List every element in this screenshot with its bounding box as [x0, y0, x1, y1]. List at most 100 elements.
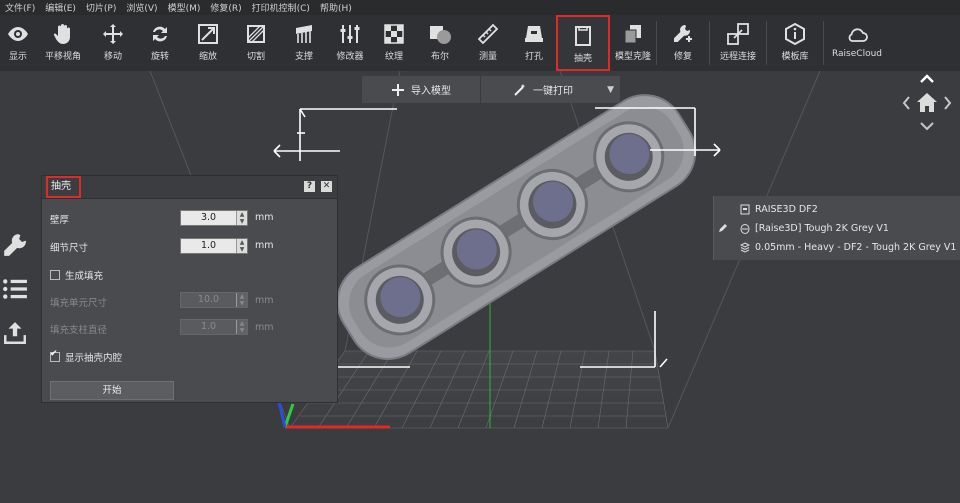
boolean-label: 布尔 — [430, 52, 449, 62]
clone-label: 模型克隆 — [614, 52, 651, 62]
left-tool-repair[interactable] — [0, 230, 30, 260]
fill-strut-diameter-unit: mm — [255, 322, 274, 333]
remote-icon — [727, 23, 749, 45]
menu-bar: 文件(F) 编辑(E) 切片(P) 浏览(V) 模型(M) 修复(R) 打印机控… — [0, 0, 960, 15]
start-button[interactable]: 开始 — [50, 381, 174, 400]
slice-profile-row: 0.05mm - Heavy - DF2 - Tough 2K Grey V1 — [740, 242, 956, 253]
stepper-up-icon[interactable]: ▲ — [237, 239, 247, 246]
checker-icon — [384, 24, 404, 44]
left-tool-export[interactable] — [0, 318, 30, 348]
stepper-down-icon[interactable]: ▼ — [237, 300, 247, 307]
stepper-up-icon[interactable]: ▲ — [237, 320, 247, 327]
pan-button[interactable]: 平移视角 — [36, 15, 90, 71]
left-tool-list[interactable] — [0, 274, 30, 304]
show-shell-cavity-label: 显示抽壳内腔 — [65, 353, 123, 364]
close-button[interactable]: ✕ — [321, 181, 332, 192]
menu-view[interactable]: 浏览(V) — [123, 1, 160, 14]
show-shell-cavity-checkbox[interactable] — [50, 349, 60, 362]
modifier-button[interactable]: 修改器 — [328, 15, 372, 71]
fill-strut-diameter-value: 1.0 — [200, 321, 217, 332]
texture-button[interactable]: 纹理 — [372, 15, 416, 71]
list-icon — [3, 279, 27, 299]
import-model-button[interactable]: 导入模型 — [362, 76, 480, 103]
one-click-print-button[interactable]: 一键打印 — [480, 76, 605, 103]
generate-fill-checkbox[interactable] — [50, 270, 60, 280]
edit-pencil-icon[interactable] — [718, 223, 728, 233]
cut-button[interactable]: 切割 — [232, 15, 280, 71]
dropdown-caret-icon[interactable]: ▼ — [607, 85, 614, 95]
chevron-left-icon[interactable] — [902, 96, 910, 110]
printer-model-text: RAISE3D DF2 — [755, 204, 818, 215]
fill-cell-size-input[interactable]: 10.0 ▲ ▼ — [180, 292, 248, 308]
upload-icon — [4, 322, 26, 344]
hand-icon — [53, 24, 70, 44]
build-plate-grid — [289, 350, 669, 429]
printer-profile-card[interactable]: RAISE3D DF2 [Raise3D] Tough 2K Grey V1 0… — [713, 196, 960, 260]
printer-icon — [740, 204, 750, 215]
shell-dialog-header[interactable]: 抽壳 ? ✕ — [42, 176, 337, 199]
clone-button[interactable]: 模型克隆 — [610, 15, 656, 71]
repair-button[interactable]: 修复 — [657, 15, 709, 71]
menu-model[interactable]: 模型(M) — [165, 1, 204, 14]
help-button[interactable]: ? — [304, 181, 315, 192]
stepper-down-icon[interactable]: ▼ — [237, 218, 247, 225]
display-label: 显示 — [8, 52, 27, 62]
chevron-up-icon[interactable] — [920, 74, 934, 83]
pan-label: 平移视角 — [44, 52, 81, 62]
scale-button[interactable]: 缩放 — [184, 15, 232, 71]
template-library-button[interactable]: 模板库 — [767, 15, 823, 71]
repair-label: 修复 — [673, 52, 692, 62]
detail-size-stepper[interactable]: ▲ ▼ — [236, 239, 247, 253]
3d-model-part[interactable] — [322, 80, 710, 374]
fill-cell-size-value: 10.0 — [197, 294, 220, 305]
wall-thickness-stepper[interactable]: ▲ ▼ — [236, 211, 247, 225]
shell-button[interactable]: 抽壳 — [556, 15, 610, 71]
move-label: 移动 — [103, 52, 122, 62]
menu-repair[interactable]: 修复(R) — [207, 1, 244, 14]
fill-strut-diameter-stepper[interactable]: ▲ ▼ — [236, 320, 247, 334]
support-icon — [296, 25, 312, 43]
measure-button[interactable]: 测量 — [464, 15, 512, 71]
eye-icon — [8, 27, 28, 41]
chevron-right-icon[interactable] — [944, 96, 952, 110]
detail-size-value: 1.0 — [200, 240, 217, 251]
magic-wand-icon — [514, 83, 526, 96]
import-model-label: 导入模型 — [411, 86, 451, 97]
display-button[interactable]: 显示 — [0, 15, 36, 71]
support-button[interactable]: 支撑 — [280, 15, 328, 71]
layers-icon — [740, 242, 750, 253]
hole-button[interactable]: 打孔 — [512, 15, 556, 71]
wall-thickness-label: 壁厚 — [50, 215, 70, 226]
menu-help[interactable]: 帮助(H) — [317, 1, 355, 14]
remote-connect-button[interactable]: 远程连接 — [710, 15, 766, 71]
boolean-button[interactable]: 布尔 — [416, 15, 464, 71]
menu-printer-control[interactable]: 打印机控制(C) — [249, 1, 313, 14]
chevron-down-icon[interactable] — [920, 122, 934, 131]
cut-icon — [247, 25, 265, 43]
wall-thickness-value: 3.0 — [200, 212, 217, 223]
raisecloud-button[interactable]: RaiseCloud — [824, 15, 890, 71]
material-text: [Raise3D] Tough 2K Grey V1 — [755, 223, 889, 234]
generate-fill-row[interactable]: 生成填充 — [50, 268, 103, 282]
stepper-up-icon[interactable]: ▲ — [237, 293, 247, 300]
stepper-down-icon[interactable]: ▼ — [237, 246, 247, 253]
show-shell-cavity-row[interactable]: 显示抽壳内腔 — [50, 349, 123, 364]
detail-size-unit: mm — [255, 240, 274, 251]
wall-thickness-input[interactable]: 3.0 ▲ ▼ — [180, 210, 248, 226]
modifier-label: 修改器 — [336, 52, 364, 62]
view-navigation-control — [902, 74, 952, 131]
stepper-up-icon[interactable]: ▲ — [237, 211, 247, 218]
one-click-print-label: 一键打印 — [533, 86, 573, 97]
home-icon[interactable] — [917, 93, 937, 112]
generate-fill-label: 生成填充 — [65, 271, 104, 282]
menu-file[interactable]: 文件(F) — [2, 1, 38, 14]
rotate-button[interactable]: 旋转 — [136, 15, 184, 71]
move-button[interactable]: 移动 — [90, 15, 136, 71]
detail-size-input[interactable]: 1.0 ▲ ▼ — [180, 238, 248, 254]
fill-cell-size-unit: mm — [255, 295, 274, 306]
fill-cell-size-stepper[interactable]: ▲ ▼ — [236, 293, 247, 307]
menu-edit[interactable]: 编辑(E) — [42, 1, 79, 14]
menu-slice[interactable]: 切片(P) — [83, 1, 119, 14]
stepper-down-icon[interactable]: ▼ — [237, 327, 247, 334]
fill-strut-diameter-input[interactable]: 1.0 ▲ ▼ — [180, 319, 248, 335]
